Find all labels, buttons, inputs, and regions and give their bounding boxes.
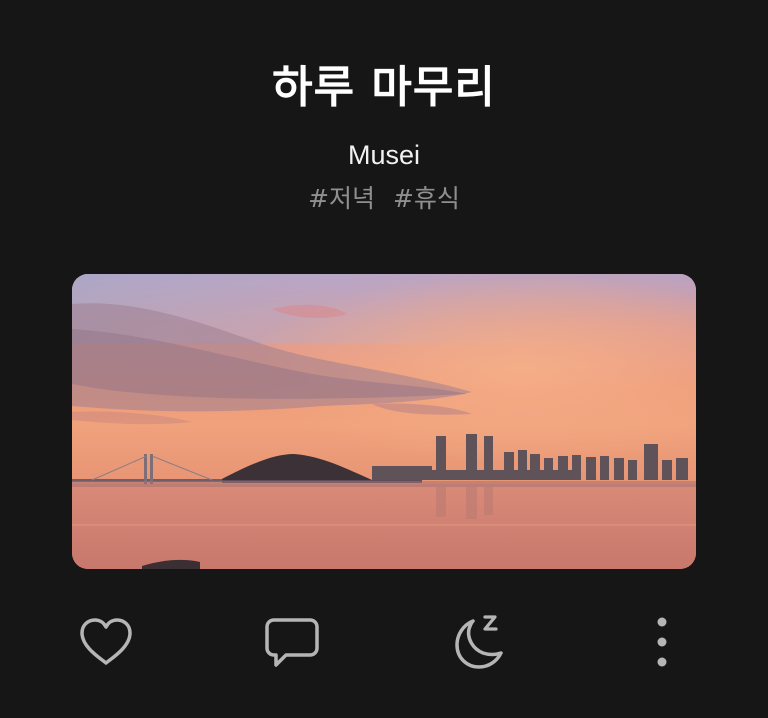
tag-evening[interactable]: #저녁 [308, 184, 375, 213]
action-bar [0, 612, 768, 672]
post-screen: 하루 마무리 Musei #저녁 #휴식 [0, 0, 768, 718]
author-name[interactable]: Musei [0, 138, 768, 172]
comment-button[interactable] [262, 612, 322, 672]
post-photo[interactable] [72, 274, 696, 569]
comment-icon [265, 618, 319, 667]
like-button[interactable] [76, 612, 136, 672]
sleep-button[interactable] [448, 612, 508, 672]
sleep-moon-icon [455, 615, 503, 669]
tag-list: #저녁 #휴식 [0, 181, 768, 217]
heart-icon [80, 618, 132, 665]
tag-rest[interactable]: #휴식 [393, 184, 460, 213]
post-title: 하루 마무리 [272, 62, 496, 113]
more-vertical-icon [657, 617, 667, 667]
more-button[interactable] [632, 612, 692, 672]
